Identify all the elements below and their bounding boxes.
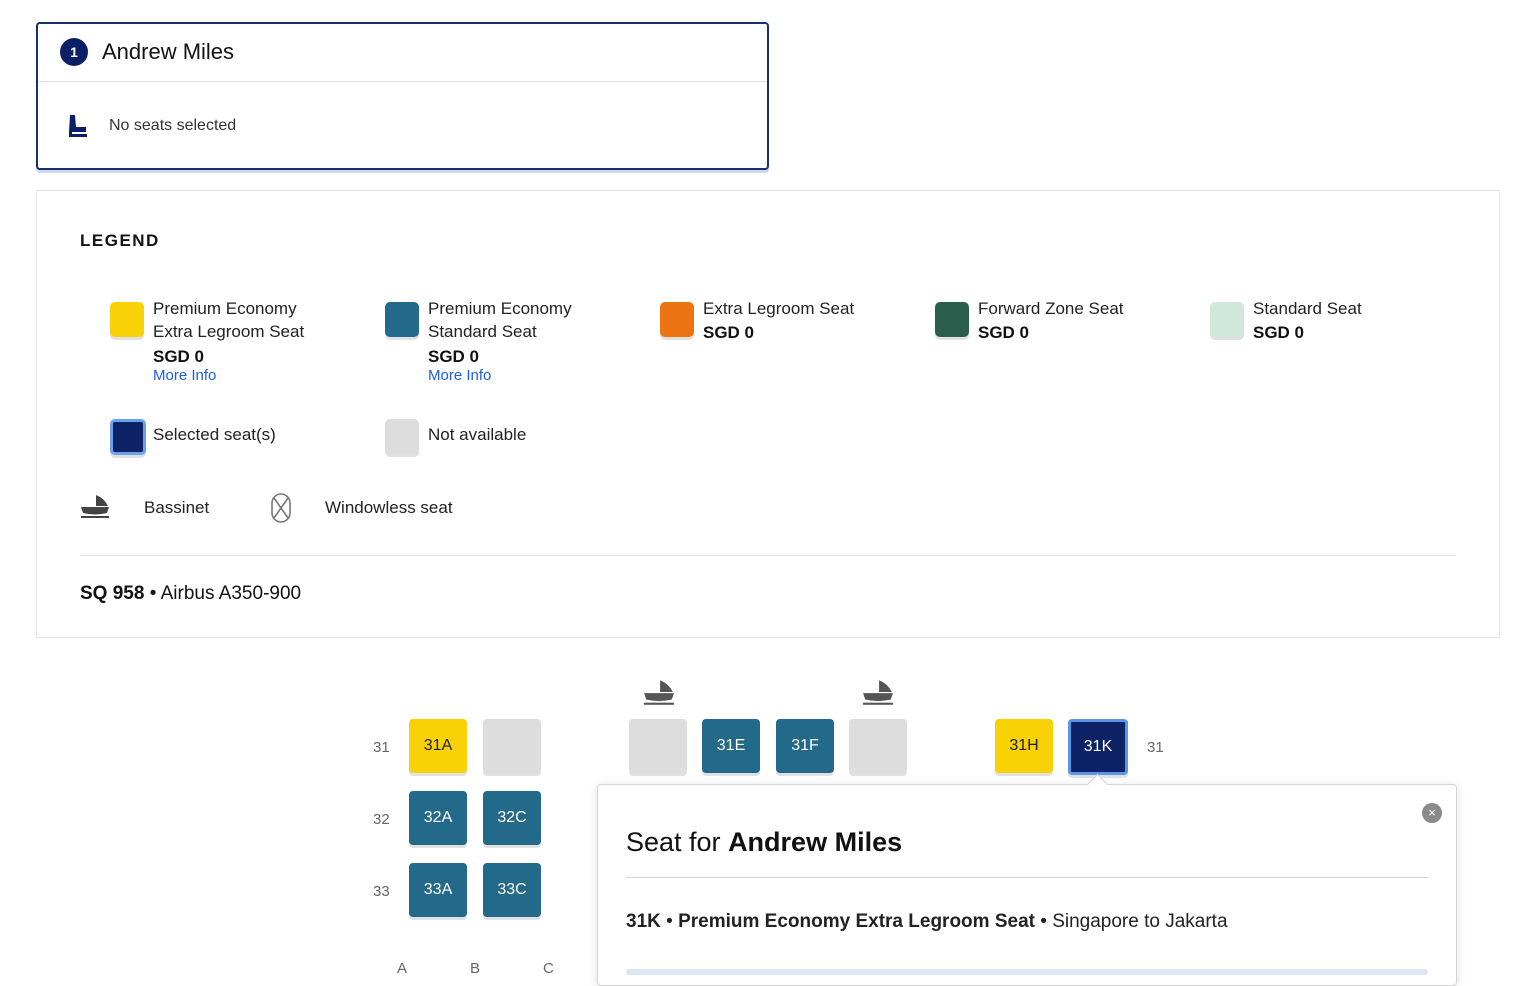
seat-unavailable [629,719,687,773]
legend-title: LEGEND [80,231,160,250]
passenger-card[interactable]: 1 Andrew Miles No seats selected [36,22,769,170]
seat-33c[interactable]: 33C [483,863,541,917]
legend-item-price: SGD 0 [1253,323,1305,342]
seat-32c[interactable]: 32C [483,791,541,845]
popup-title: Seat for Andrew Miles [626,827,903,857]
passenger-name: Andrew Miles [102,39,235,64]
seat-31a[interactable]: 31A [409,719,467,773]
row-number: 32 [373,811,390,828]
popup-section-bar [626,969,1428,975]
aircraft-type: Airbus A350-900 [160,583,302,604]
premium-economy-extra-legroom-swatch [110,302,144,337]
seat-icon [66,113,90,144]
seat-unavailable [849,719,907,773]
legend-item-price: SGD 0 [428,347,480,366]
flight-separator: • [144,583,161,604]
flight-info: SQ 958 • Airbus A350-900 [80,583,301,605]
route: Singapore to Jakarta [1052,911,1228,932]
seat-unavailable [483,719,541,773]
legend-item-price: SGD 0 [978,323,1030,342]
windowless-seat-label: Windowless seat [325,498,453,517]
more-info-link[interactable]: More Info [153,367,216,384]
bassinet-icon [80,493,110,524]
legend-item-name: Premium Economy Standard Seat [428,299,572,341]
seat-detail: 31K • Premium Economy Extra Legroom Seat… [626,911,1228,932]
seat-31k-selected[interactable]: 31K [1068,719,1128,775]
card-divider [38,81,767,82]
flight-number: SQ 958 [80,583,145,604]
seat-code: 31K [626,911,661,932]
selected-seat-swatch [110,419,146,455]
legend-item-name: Extra Legroom Seat [703,299,855,318]
seat-selection-status: No seats selected [109,117,237,134]
legend-divider [80,555,1456,556]
popup-divider [626,877,1428,878]
legend-item-price: SGD 0 [703,323,755,342]
column-letter: A [397,960,408,977]
standard-seat-swatch [1210,302,1244,337]
more-info-link[interactable]: More Info [428,367,491,384]
seat-31h[interactable]: 31H [995,719,1053,773]
seat-33a[interactable]: 33A [409,863,467,917]
premium-economy-standard-swatch [385,302,419,337]
passenger-number-badge: 1 [60,38,88,66]
row-number: 31 [373,739,390,756]
bassinet-label: Bassinet [144,498,210,517]
selected-seat-label: Selected seat(s) [153,425,276,444]
column-letter: C [543,960,554,977]
legend-item-name: Forward Zone Seat [978,299,1124,318]
forward-zone-swatch [935,302,969,337]
legend-panel: LEGEND Premium Economy Extra Legroom Seat… [36,190,1500,638]
legend-item-name: Standard Seat [1253,299,1362,318]
close-icon[interactable]: × [1422,803,1442,823]
seat-32a[interactable]: 32A [409,791,467,845]
seat-type: Premium Economy Extra Legroom Seat [678,911,1035,932]
seat-31e[interactable]: 31E [702,719,760,773]
windowless-seat-icon [269,492,293,529]
seat-31f[interactable]: 31F [776,719,834,773]
seat-popup: × Seat for Andrew Miles 31K • Premium Ec… [597,784,1457,986]
column-letter: B [470,960,481,977]
legend-item-price: SGD 0 [153,347,205,366]
bassinet-icon [643,678,675,711]
legend-item-name: Premium Economy Extra Legroom Seat [153,299,305,341]
row-number: 33 [373,883,390,900]
bassinet-icon [862,678,894,711]
not-available-swatch [385,419,419,454]
not-available-label: Not available [428,425,527,444]
row-number: 31 [1147,739,1164,756]
extra-legroom-swatch [660,302,694,337]
